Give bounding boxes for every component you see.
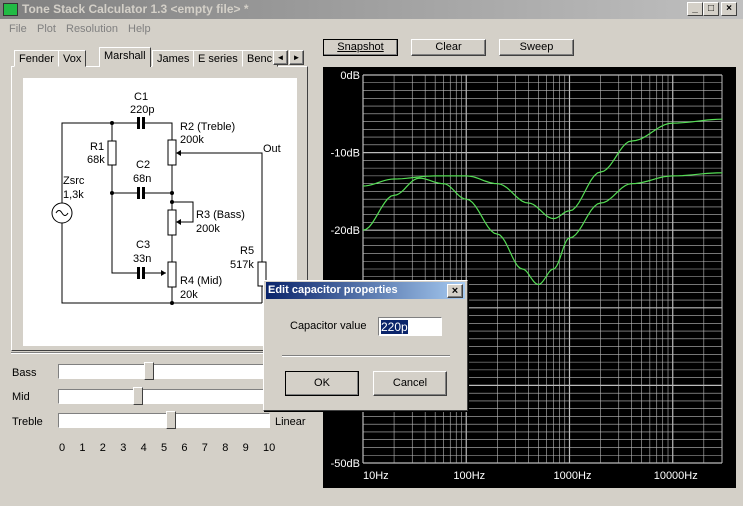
c1-label: C1 <box>134 91 148 103</box>
edit-capacitor-dialog: Edit capacitor properties × Capacitor va… <box>263 280 468 411</box>
scale-tick: 8 <box>222 442 229 454</box>
r2-label: R2 (Treble) <box>180 121 235 133</box>
bass-slider[interactable] <box>58 364 270 379</box>
capacitor-value-label: Capacitor value <box>290 320 367 332</box>
sweep-button[interactable]: Sweep <box>499 39 574 56</box>
r5-label: R5 <box>240 245 254 257</box>
treble-slider-thumb[interactable] <box>166 411 177 429</box>
scale-tick: 3 <box>120 442 127 454</box>
treble-label: Treble <box>12 416 43 428</box>
c3-value: 33n <box>133 253 151 265</box>
clear-button[interactable]: Clear <box>411 39 486 56</box>
c2-value: 68n <box>133 173 151 185</box>
schematic[interactable]: C1 220p R2 (Treble) 200k R1 68k C2 68n O… <box>23 78 297 346</box>
minimize-button[interactable]: _ <box>687 2 703 16</box>
tab-marshall[interactable]: Marshall <box>99 47 151 67</box>
dialog-close-button[interactable]: × <box>447 284 463 298</box>
capacitor-value-text: 220p <box>381 320 408 334</box>
x-tick-label: 10Hz <box>363 470 389 482</box>
r4-label: R4 (Mid) <box>180 275 222 287</box>
tab-e-series[interactable]: E series <box>193 50 243 67</box>
x-tick-label: 10000Hz <box>654 470 698 482</box>
dialog-title-bar: Edit capacitor properties <box>266 282 465 299</box>
mid-slider[interactable] <box>58 389 270 404</box>
app-icon <box>3 3 18 16</box>
plot-background <box>323 67 736 488</box>
ok-button[interactable]: OK <box>285 371 359 396</box>
mid-slider-thumb[interactable] <box>133 387 144 405</box>
maximize-button[interactable]: □ <box>703 2 719 16</box>
c3-label: C3 <box>136 239 150 251</box>
menu-help[interactable]: Help <box>128 23 151 35</box>
scale-tick: 0 <box>59 442 66 454</box>
r4-value: 20k <box>180 289 198 301</box>
dialog-title: Edit capacitor properties <box>268 284 398 296</box>
title-bar: Tone Stack Calculator 1.3 <empty file> * <box>0 0 743 19</box>
y-tick-label: -20dB <box>331 225 360 237</box>
bass-label: Bass <box>12 367 37 379</box>
tab-fender[interactable]: Fender <box>14 50 59 67</box>
tab-james[interactable]: James <box>152 50 195 67</box>
zsrc-label: Zsrc <box>63 175 85 187</box>
scale-tick: 10 <box>263 442 276 454</box>
menu-file[interactable]: File <box>9 23 27 35</box>
scale-tick: 7 <box>201 442 208 454</box>
menu-resolution[interactable]: Resolution <box>66 23 118 35</box>
scale-tick: 2 <box>99 442 106 454</box>
scale-tick: 9 <box>242 442 249 454</box>
r1-label: R1 <box>90 141 104 153</box>
snapshot-button[interactable]: Snapshot <box>323 39 398 56</box>
scale-tick: 1 <box>79 442 86 454</box>
c2[interactable] <box>137 187 140 199</box>
scale-tick: 5 <box>161 442 168 454</box>
menu-plot[interactable]: Plot <box>37 23 56 35</box>
capacitor-value-input[interactable]: 220p <box>378 317 442 336</box>
window-title: Tone Stack Calculator 1.3 <empty file> * <box>22 2 249 16</box>
y-tick-label: -10dB <box>331 148 360 160</box>
scale-tick: 4 <box>140 442 147 454</box>
c1[interactable] <box>137 117 140 129</box>
cancel-button[interactable]: Cancel <box>373 371 447 396</box>
y-tick-label: 0dB <box>340 70 360 82</box>
x-tick-label: 100Hz <box>453 470 485 482</box>
tab-scroll-right[interactable]: ► <box>289 50 304 65</box>
r1-value: 68k <box>87 154 105 166</box>
x-tick-label: 1000Hz <box>554 470 592 482</box>
r3-value: 200k <box>196 223 220 235</box>
r2-value: 200k <box>180 134 204 146</box>
c1-value: 220p <box>130 104 154 116</box>
tab-scroll-left[interactable]: ◄ <box>273 50 288 65</box>
dialog-separator <box>282 355 450 357</box>
c3[interactable] <box>137 267 140 279</box>
tab-vox[interactable]: Vox <box>58 50 87 67</box>
taper-label: Linear <box>275 416 306 428</box>
r5-value: 517k <box>230 259 254 271</box>
mid-label: Mid <box>12 391 30 403</box>
close-button[interactable]: × <box>721 2 737 16</box>
bass-slider-thumb[interactable] <box>143 362 154 380</box>
y-tick-label: -50dB <box>331 458 360 470</box>
c2-label: C2 <box>136 159 150 171</box>
scale-tick: 6 <box>181 442 188 454</box>
treble-slider[interactable] <box>58 413 270 428</box>
r3-label: R3 (Bass) <box>196 209 245 221</box>
zsrc-value: 1,3k <box>63 189 84 201</box>
frequency-response-plot[interactable]: 0dB -10dB -20dB -50dB10Hz 100Hz 1000Hz 10000Hz <box>323 67 736 488</box>
out-label: Out <box>263 143 281 155</box>
